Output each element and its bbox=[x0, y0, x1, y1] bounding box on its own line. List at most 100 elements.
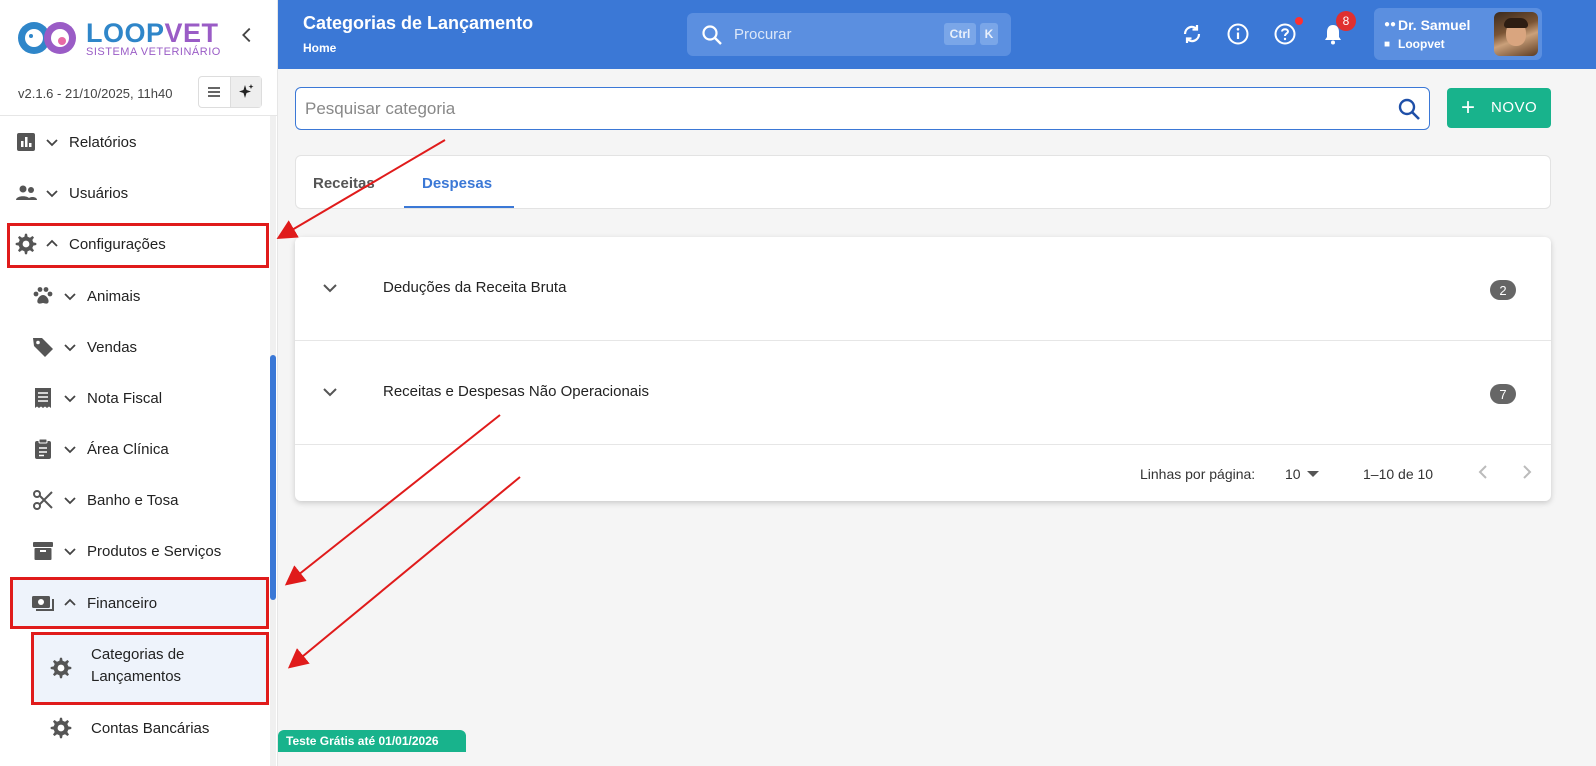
version-row: v2.1.6 - 21/10/2025, 11h40 bbox=[0, 76, 278, 116]
receipt-icon bbox=[35, 388, 51, 408]
chevron-down-icon bbox=[64, 344, 76, 352]
table-row[interactable]: Receitas e Despesas Não Operacionais 7 bbox=[295, 341, 1551, 445]
annotation-arrow-categorias bbox=[287, 476, 521, 669]
global-search-input[interactable]: Procurar Ctrl K bbox=[687, 13, 1011, 56]
sidebar-item-produtos-e-servicos[interactable]: Produtos e Serviços bbox=[0, 527, 270, 575]
sidebar-item-label: Financeiro bbox=[87, 595, 158, 612]
sidebar-item-contas-bancarias[interactable]: Contas Bancárias bbox=[0, 704, 270, 752]
logo-subtitle: SISTEMA VETERINÁRIO bbox=[86, 46, 221, 58]
sidebar-item-area-clinica[interactable]: Área Clínica bbox=[0, 425, 270, 473]
breadcrumb-home[interactable]: Home bbox=[303, 41, 336, 55]
sidebar-item-label: Produtos e Serviços bbox=[87, 543, 222, 560]
user-menu[interactable]: ●● Dr. Samuel ■ Loopvet bbox=[1374, 8, 1542, 60]
sidebar-item-relatorios[interactable]: Relatórios bbox=[0, 118, 270, 166]
gear-icon bbox=[50, 657, 72, 679]
search-icon bbox=[702, 25, 722, 45]
clinic-building-icon: ■ bbox=[1384, 39, 1391, 50]
sidebar-item-label: Configurações bbox=[69, 236, 166, 253]
user-group-icon: ●● bbox=[1384, 19, 1397, 30]
sidebar-item-label: Banho e Tosa bbox=[87, 492, 179, 509]
logo-text: LOOPVET bbox=[86, 18, 219, 49]
user-name: Dr. Samuel bbox=[1398, 17, 1471, 33]
chart-icon bbox=[17, 133, 35, 151]
menu-lines-icon bbox=[208, 87, 221, 97]
top-header: Categorias de Lançamento Home Procurar C… bbox=[278, 0, 1596, 69]
rows-per-page-caret-icon[interactable] bbox=[1307, 471, 1319, 477]
sidebar-item-label: Nota Fiscal bbox=[87, 390, 163, 407]
sidebar-item-label: Usuários bbox=[69, 185, 129, 202]
rows-per-page-label: Linhas por página: bbox=[1140, 466, 1256, 482]
search-icon[interactable] bbox=[1397, 97, 1421, 121]
tab-despesas[interactable]: Despesas bbox=[422, 175, 492, 192]
chevron-down-icon bbox=[64, 548, 76, 556]
info-icon[interactable] bbox=[1226, 22, 1250, 46]
sidebar-item-label: Relatórios bbox=[69, 134, 137, 151]
people-icon bbox=[16, 185, 37, 200]
new-category-button[interactable]: + NOVO bbox=[1447, 88, 1551, 128]
chevron-down-icon bbox=[64, 293, 76, 301]
menu-mode-toggle bbox=[198, 76, 262, 108]
sidebar-item-configuracoes[interactable]: Configurações bbox=[0, 220, 270, 268]
logo-area: LOOPVET SISTEMA VETERINÁRIO bbox=[0, 0, 278, 72]
tab-receitas[interactable]: Receitas bbox=[313, 175, 375, 192]
ai-mode-button[interactable] bbox=[229, 77, 261, 107]
category-type-tabs: Receitas Despesas bbox=[295, 155, 1551, 209]
sidebar-item-usuarios[interactable]: Usuários bbox=[0, 169, 270, 217]
money-icon bbox=[32, 596, 54, 611]
sidebar-item-label-line1: Categorias de bbox=[91, 646, 185, 663]
paw-icon bbox=[33, 287, 53, 304]
active-tab-indicator bbox=[404, 206, 514, 208]
previous-page-chevron-icon[interactable] bbox=[1475, 463, 1493, 481]
sidebar-item-financeiro[interactable]: Financeiro bbox=[10, 579, 268, 627]
subcategory-count-badge: 2 bbox=[1490, 280, 1516, 300]
sidebar-item-banho-e-tosa[interactable]: Banho e Tosa bbox=[0, 476, 270, 524]
next-page-chevron-icon[interactable] bbox=[1517, 463, 1535, 481]
sidebar: LOOPVET SISTEMA VETERINÁRIO v2.1.6 - 21/… bbox=[0, 0, 278, 766]
sidebar-scrollbar-thumb[interactable] bbox=[270, 355, 276, 600]
categories-table: Deduções da Receita Bruta 2 Receitas e D… bbox=[295, 237, 1551, 501]
new-button-label: NOVO bbox=[1491, 99, 1538, 116]
sidebar-item-categorias-de-lancamentos[interactable]: Categorias de Lançamentos bbox=[32, 634, 268, 704]
sidebar-item-nota-fiscal[interactable]: Nota Fiscal bbox=[0, 374, 270, 422]
gear-icon bbox=[15, 233, 37, 255]
subcategory-count-badge: 7 bbox=[1490, 384, 1516, 404]
trial-banner[interactable]: Teste Grátis até 01/01/2026 bbox=[278, 730, 466, 752]
category-search-placeholder: Pesquisar categoria bbox=[305, 99, 456, 118]
table-row[interactable]: Deduções da Receita Bruta 2 bbox=[295, 237, 1551, 341]
collapse-sidebar-chevron-icon[interactable] bbox=[236, 24, 258, 46]
list-mode-button[interactable] bbox=[199, 77, 230, 107]
sparkles-icon bbox=[238, 84, 254, 98]
category-search-input[interactable]: Pesquisar categoria bbox=[295, 87, 1430, 130]
clipboard-icon bbox=[35, 438, 51, 459]
tag-icon bbox=[33, 338, 53, 357]
sidebar-item-label: Área Clínica bbox=[87, 441, 169, 458]
avatar bbox=[1494, 12, 1538, 56]
shortcut-k-key: K bbox=[980, 23, 998, 45]
help-icon[interactable] bbox=[1273, 22, 1297, 46]
chevron-down-icon bbox=[46, 139, 58, 147]
shortcut-ctrl-key: Ctrl bbox=[944, 23, 976, 45]
sidebar-item-animais[interactable]: Animais bbox=[0, 272, 270, 320]
chevron-down-icon bbox=[64, 497, 76, 505]
pagination: Linhas por página: 10 1–10 de 10 bbox=[295, 445, 1551, 501]
category-name: Receitas e Despesas Não Operacionais bbox=[383, 383, 649, 400]
notification-count-badge: 8 bbox=[1336, 11, 1356, 31]
expand-chevron-icon[interactable] bbox=[321, 383, 339, 401]
sidebar-item-vendas[interactable]: Vendas bbox=[0, 323, 270, 371]
sidebar-item-label: Vendas bbox=[87, 339, 138, 356]
chevron-up-icon bbox=[46, 239, 58, 247]
logo-icon bbox=[18, 22, 76, 54]
help-alert-dot bbox=[1295, 17, 1303, 25]
version-text: v2.1.6 - 21/10/2025, 11h40 bbox=[18, 86, 173, 101]
expand-chevron-icon[interactable] bbox=[321, 279, 339, 297]
category-name: Deduções da Receita Bruta bbox=[383, 279, 567, 296]
rows-per-page-select[interactable]: 10 bbox=[1285, 466, 1301, 482]
logo-text-loop: LOOP bbox=[86, 18, 165, 48]
global-search-placeholder: Procurar bbox=[734, 26, 792, 43]
scissors-icon bbox=[33, 490, 53, 510]
pagination-range: 1–10 de 10 bbox=[1363, 466, 1434, 482]
sync-icon[interactable] bbox=[1180, 22, 1204, 46]
page-title: Categorias de Lançamento bbox=[303, 13, 534, 33]
plus-icon: + bbox=[1461, 94, 1476, 121]
logo-text-vet: VET bbox=[164, 18, 219, 48]
